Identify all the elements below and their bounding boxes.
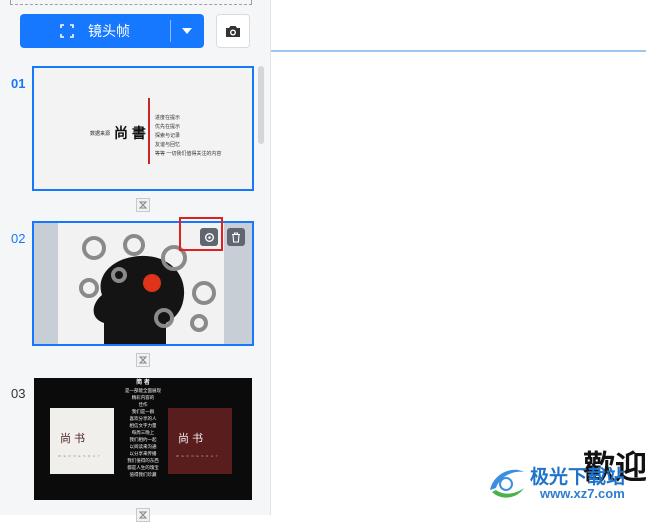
slide-thumbnail-01[interactable]: 数据来源 尚 書 进度在提示 优先在提示 探索与记录 友谊与回忆 等等 一切我们… <box>32 66 254 191</box>
camera-icon <box>226 26 240 37</box>
drop-area-border <box>10 0 252 5</box>
slide-caption: 数据来源 <box>90 131 111 137</box>
transition-icon[interactable] <box>136 353 150 367</box>
canvas-top-border <box>271 50 646 52</box>
scrollbar[interactable] <box>258 66 264 144</box>
watermark-logo-icon <box>490 469 524 498</box>
watermark-text: 极光下载站 <box>530 467 626 488</box>
slide-title: 尚 書 <box>114 125 146 141</box>
slide-card-right: 尚 书 W E D N E S D A Y <box>168 408 232 474</box>
highlight-box <box>179 217 223 251</box>
canvas-area[interactable] <box>271 0 646 515</box>
delete-icon <box>232 231 240 243</box>
camera-button[interactable] <box>216 14 250 48</box>
button-divider <box>170 20 171 42</box>
frame-icon <box>60 24 74 38</box>
slide-number-03: 03 <box>11 386 26 401</box>
slide-text-lines: 简 者 是一部能全面展现 精彩内容的 佳作 我们是一群 喜欢分享的人 相信文字力… <box>125 380 161 477</box>
caret-down-icon[interactable] <box>182 28 192 34</box>
slide-divider <box>148 98 150 164</box>
shot-frame-button[interactable]: 镜头帧 <box>20 14 204 48</box>
slide-delete-button[interactable] <box>227 228 245 246</box>
slide-thumbnail-03[interactable]: 尚 书 W E D N E S D A Y 简 者 是一部能全面展现 精彩内容的… <box>34 378 252 500</box>
watermark-url: www.xz7.com <box>540 486 625 501</box>
slide-number-02: 02 <box>11 231 26 246</box>
slide-number-01: 01 <box>11 76 26 91</box>
shot-frame-label: 镜头帧 <box>88 23 130 39</box>
slide-text-lines: 进度在提示 优先在提示 探索与记录 友谊与回忆 等等 一切我们值得关注的内容 <box>155 115 222 157</box>
slide-panel: 镜头帧 01 数据来源 尚 書 进度在提示 优先在提示 探索与记录 友谊与回忆 … <box>0 0 271 522</box>
slide-card-left: 尚 书 W E D N E S D A Y <box>50 408 114 474</box>
transition-icon[interactable] <box>136 198 150 212</box>
transition-icon[interactable] <box>136 508 150 522</box>
